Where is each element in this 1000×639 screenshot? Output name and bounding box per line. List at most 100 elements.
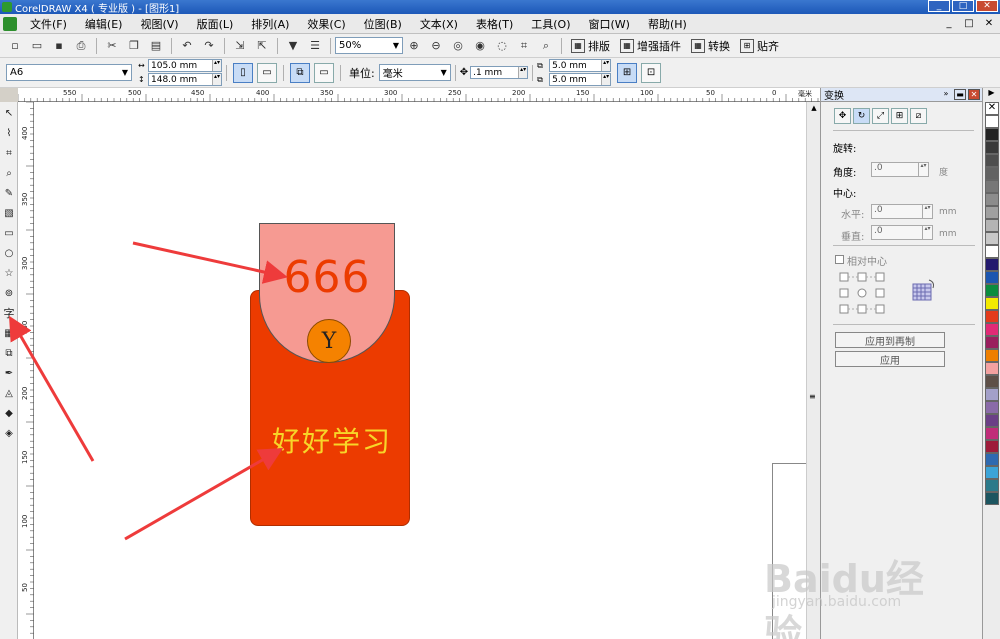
rotate-tab-icon[interactable]: ↻ bbox=[853, 108, 870, 124]
zoom-tool-icon[interactable]: ⌕ bbox=[1, 164, 17, 182]
eyedropper-tool-icon[interactable]: ✒ bbox=[1, 364, 17, 382]
menu-table[interactable]: 表格(T) bbox=[467, 16, 522, 32]
paper-size-select[interactable]: A6 ▼ bbox=[6, 64, 132, 81]
scale-tab-icon[interactable]: ⤢ bbox=[872, 108, 889, 124]
zoom-page-icon[interactable]: ◌ bbox=[493, 37, 511, 55]
all-pages-button[interactable]: ⧉ bbox=[290, 62, 310, 83]
interactive-blend-tool-icon[interactable]: ⧉ bbox=[1, 344, 17, 362]
convert-button[interactable]: ▦ 转换 bbox=[691, 38, 730, 54]
fill-tool-icon[interactable]: ◆ bbox=[1, 404, 17, 422]
color-swatch[interactable] bbox=[985, 466, 999, 479]
zoom-selected-icon[interactable]: ◎ bbox=[449, 37, 467, 55]
color-swatch[interactable] bbox=[985, 271, 999, 284]
text-tool-icon[interactable]: 字 bbox=[1, 304, 17, 322]
menu-tools[interactable]: 工具(O) bbox=[522, 16, 579, 32]
color-swatch[interactable] bbox=[985, 336, 999, 349]
menu-bitmaps[interactable]: 位图(B) bbox=[355, 16, 411, 32]
menu-window[interactable]: 窗口(W) bbox=[580, 16, 639, 32]
size-tab-icon[interactable]: ⊞ bbox=[891, 108, 908, 124]
paste-icon[interactable]: ▤ bbox=[147, 37, 165, 55]
spinner-icon[interactable]: ▴▾ bbox=[918, 163, 928, 176]
color-swatch[interactable] bbox=[985, 141, 999, 154]
polygon-tool-icon[interactable]: ☆ bbox=[1, 264, 17, 282]
color-swatch[interactable] bbox=[985, 167, 999, 180]
color-swatch[interactable] bbox=[985, 492, 999, 505]
smart-fill-tool-icon[interactable]: ▧ bbox=[1, 204, 17, 222]
corel-online-icon[interactable]: ☰ bbox=[306, 37, 324, 55]
spinner-icon[interactable]: ▴▾ bbox=[922, 205, 932, 218]
open-icon[interactable]: ▭ bbox=[28, 37, 46, 55]
freehand-tool-icon[interactable]: ✎ bbox=[1, 184, 17, 202]
expand-icon[interactable]: » bbox=[940, 89, 952, 100]
palette-scroll-up-icon[interactable]: ▶ bbox=[983, 88, 1000, 102]
menu-text[interactable]: 文本(X) bbox=[411, 16, 467, 32]
skew-tab-icon[interactable]: ⧄ bbox=[910, 108, 927, 124]
scroll-up-icon[interactable]: ▲ bbox=[807, 104, 821, 116]
basic-shapes-tool-icon[interactable]: ⊚ bbox=[1, 284, 17, 302]
imposition-button[interactable]: ▦ 排版 bbox=[571, 38, 610, 54]
nudge-distance-input[interactable]: .1 mm ▴▾ bbox=[470, 66, 529, 79]
duplicate-x-input[interactable]: 5.0 mm ▴▾ bbox=[549, 59, 612, 72]
color-swatch[interactable] bbox=[985, 154, 999, 167]
zoom-all-icon[interactable]: ◉ bbox=[471, 37, 489, 55]
color-swatch[interactable] bbox=[985, 375, 999, 388]
color-swatch[interactable] bbox=[985, 349, 999, 362]
menu-arrange[interactable]: 排列(A) bbox=[242, 16, 298, 32]
doc-minimize-button[interactable]: _ bbox=[942, 18, 956, 30]
current-page-button[interactable]: ▭ bbox=[314, 62, 334, 83]
color-swatch[interactable] bbox=[985, 388, 999, 401]
crop-tool-icon[interactable]: ⌗ bbox=[1, 144, 17, 162]
zoom-height-icon[interactable]: ⌕ bbox=[537, 37, 555, 55]
doc-close-button[interactable]: ✕ bbox=[982, 18, 996, 30]
undo-icon[interactable]: ↶ bbox=[178, 37, 196, 55]
yen-coin[interactable]: Y bbox=[307, 319, 351, 363]
save-icon[interactable]: ▪ bbox=[50, 37, 68, 55]
color-swatch[interactable] bbox=[985, 219, 999, 232]
color-swatch[interactable] bbox=[985, 245, 999, 258]
color-swatch[interactable] bbox=[985, 427, 999, 440]
color-swatch[interactable] bbox=[985, 115, 999, 128]
drawing-canvas[interactable]: 666 Y 好好学习 bbox=[34, 102, 806, 639]
color-swatch[interactable] bbox=[985, 362, 999, 375]
zoom-width-icon[interactable]: ⌗ bbox=[515, 37, 533, 55]
apply-to-duplicate-button[interactable]: 应用到再制 bbox=[835, 332, 945, 348]
color-swatch[interactable] bbox=[985, 193, 999, 206]
snap-button[interactable]: ⊞ 贴齐 bbox=[740, 38, 779, 54]
color-swatch[interactable] bbox=[985, 323, 999, 336]
minimize-button[interactable]: _ bbox=[928, 0, 950, 12]
anchor-point-grid[interactable] bbox=[839, 272, 891, 316]
units-select[interactable]: 毫米 ▼ bbox=[378, 64, 451, 81]
page-border-button[interactable]: ⊡ bbox=[641, 62, 662, 83]
close-button[interactable]: ✕ bbox=[976, 0, 998, 12]
relative-center-checkbox[interactable] bbox=[835, 255, 844, 264]
spinner-icon[interactable]: ▴▾ bbox=[601, 60, 611, 71]
outline-tool-icon[interactable]: ◬ bbox=[1, 384, 17, 402]
page-height-input[interactable]: 148.0 mm ▴▾ bbox=[148, 73, 222, 86]
landscape-button[interactable]: ▭ bbox=[257, 62, 277, 83]
study-text[interactable]: 好好学习 bbox=[264, 420, 400, 460]
color-swatch[interactable] bbox=[985, 297, 999, 310]
maximize-button[interactable]: □ bbox=[952, 0, 974, 12]
flap-text[interactable]: 666 bbox=[284, 252, 371, 303]
color-swatch[interactable] bbox=[985, 180, 999, 193]
portrait-button[interactable]: ▯ bbox=[233, 62, 253, 83]
menu-view[interactable]: 视图(V) bbox=[131, 16, 187, 32]
color-swatch[interactable] bbox=[985, 284, 999, 297]
zoom-in-icon[interactable]: ⊕ bbox=[405, 37, 423, 55]
color-swatch[interactable] bbox=[985, 401, 999, 414]
vertical-input[interactable]: .0 ▴▾ bbox=[871, 225, 933, 240]
spinner-icon[interactable]: ▴▾ bbox=[601, 74, 611, 85]
horizontal-input[interactable]: .0 ▴▾ bbox=[871, 204, 933, 219]
spinner-icon[interactable]: ▴▾ bbox=[518, 67, 528, 78]
color-swatch[interactable] bbox=[985, 414, 999, 427]
menu-effects[interactable]: 效果(C) bbox=[298, 16, 354, 32]
color-swatch[interactable] bbox=[985, 232, 999, 245]
color-swatch[interactable] bbox=[985, 206, 999, 219]
docker-close-button[interactable]: ✕ bbox=[968, 89, 980, 100]
scroll-grip-icon[interactable]: ≡ bbox=[809, 392, 817, 401]
duplicate-y-input[interactable]: 5.0 mm ▴▾ bbox=[549, 73, 612, 86]
vertical-ruler[interactable]: 400 350 300 250 200 150 100 50 bbox=[18, 102, 34, 639]
doc-restore-button[interactable]: □ bbox=[962, 18, 976, 30]
export-icon[interactable]: ⇱ bbox=[253, 37, 271, 55]
print-icon[interactable]: ⎙ bbox=[72, 37, 90, 55]
